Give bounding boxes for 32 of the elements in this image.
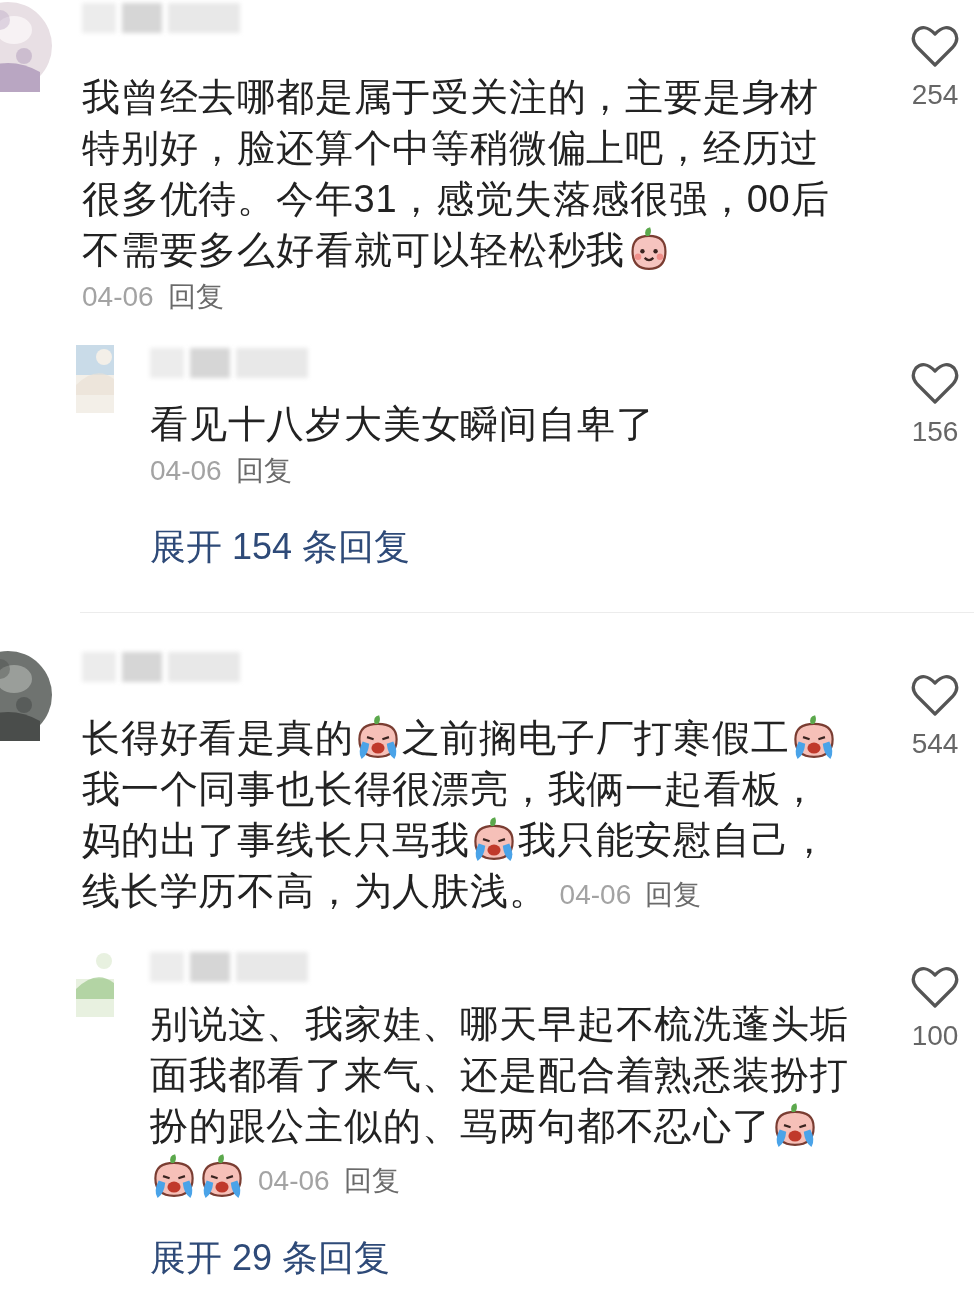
comment-text: 看见十八岁大美女瞬间自卑了 (150, 403, 655, 445)
heart-icon[interactable] (911, 24, 959, 68)
heart-icon[interactable] (911, 361, 959, 405)
comment-date: 04-06 (559, 879, 632, 910)
like-count: 544 (911, 727, 959, 761)
comment-text: 我曾经去哪都是属于受关注的，主要是身材特别好，脸还算个中等稍微偏上吧，经历过很多优待。今年31，感觉失落感很强，00后 (82, 76, 830, 220)
heart-icon[interactable] (911, 965, 959, 1009)
comment-text: 不需要多么好看就可以轻松秒我 (82, 229, 626, 271)
expand-replies-link[interactable]: 展开 29 条回复 (150, 1233, 391, 1283)
comment-text: 我只能安慰自己， (518, 819, 829, 861)
reply-link[interactable]: 回复 (645, 879, 702, 910)
crying-face-icon (471, 815, 517, 861)
comment-text: 线长学历不高，为人肤浅。 (82, 870, 548, 912)
comment-text: 妈的出了事线长只骂我 (82, 819, 470, 861)
heart-icon[interactable] (911, 673, 959, 717)
comment-text: 别说这、我家娃、哪天早起不梳洗蓬头垢面我都看了来气、还是配合着熟悉装扮打 (150, 1003, 849, 1096)
comment-text: 我一个同事也长得很漂亮，我俩一起看板， (82, 768, 820, 810)
comment-date: 04-06 (82, 280, 154, 314)
like-count: 156 (911, 415, 959, 449)
comment-text: 扮的跟公主似的、骂两句都不忍心了 (150, 1105, 771, 1147)
reply-link[interactable]: 回复 (235, 450, 292, 492)
comment-text: 之前搁电子厂打寒假工 (401, 717, 790, 759)
like-count: 254 (911, 78, 959, 112)
like-count: 100 (911, 1019, 959, 1053)
reply-link[interactable]: 回复 (343, 1165, 400, 1196)
crying-face-icon (151, 1152, 197, 1198)
reply-link[interactable]: 回复 (167, 276, 224, 318)
comment-date: 04-06 (258, 1165, 330, 1196)
comment-text: 长得好看是真的 (82, 717, 354, 759)
comment-date: 04-06 (150, 454, 222, 488)
expand-replies-link[interactable]: 展开 154 条回复 (150, 522, 411, 572)
crying-face-icon (199, 1152, 245, 1198)
